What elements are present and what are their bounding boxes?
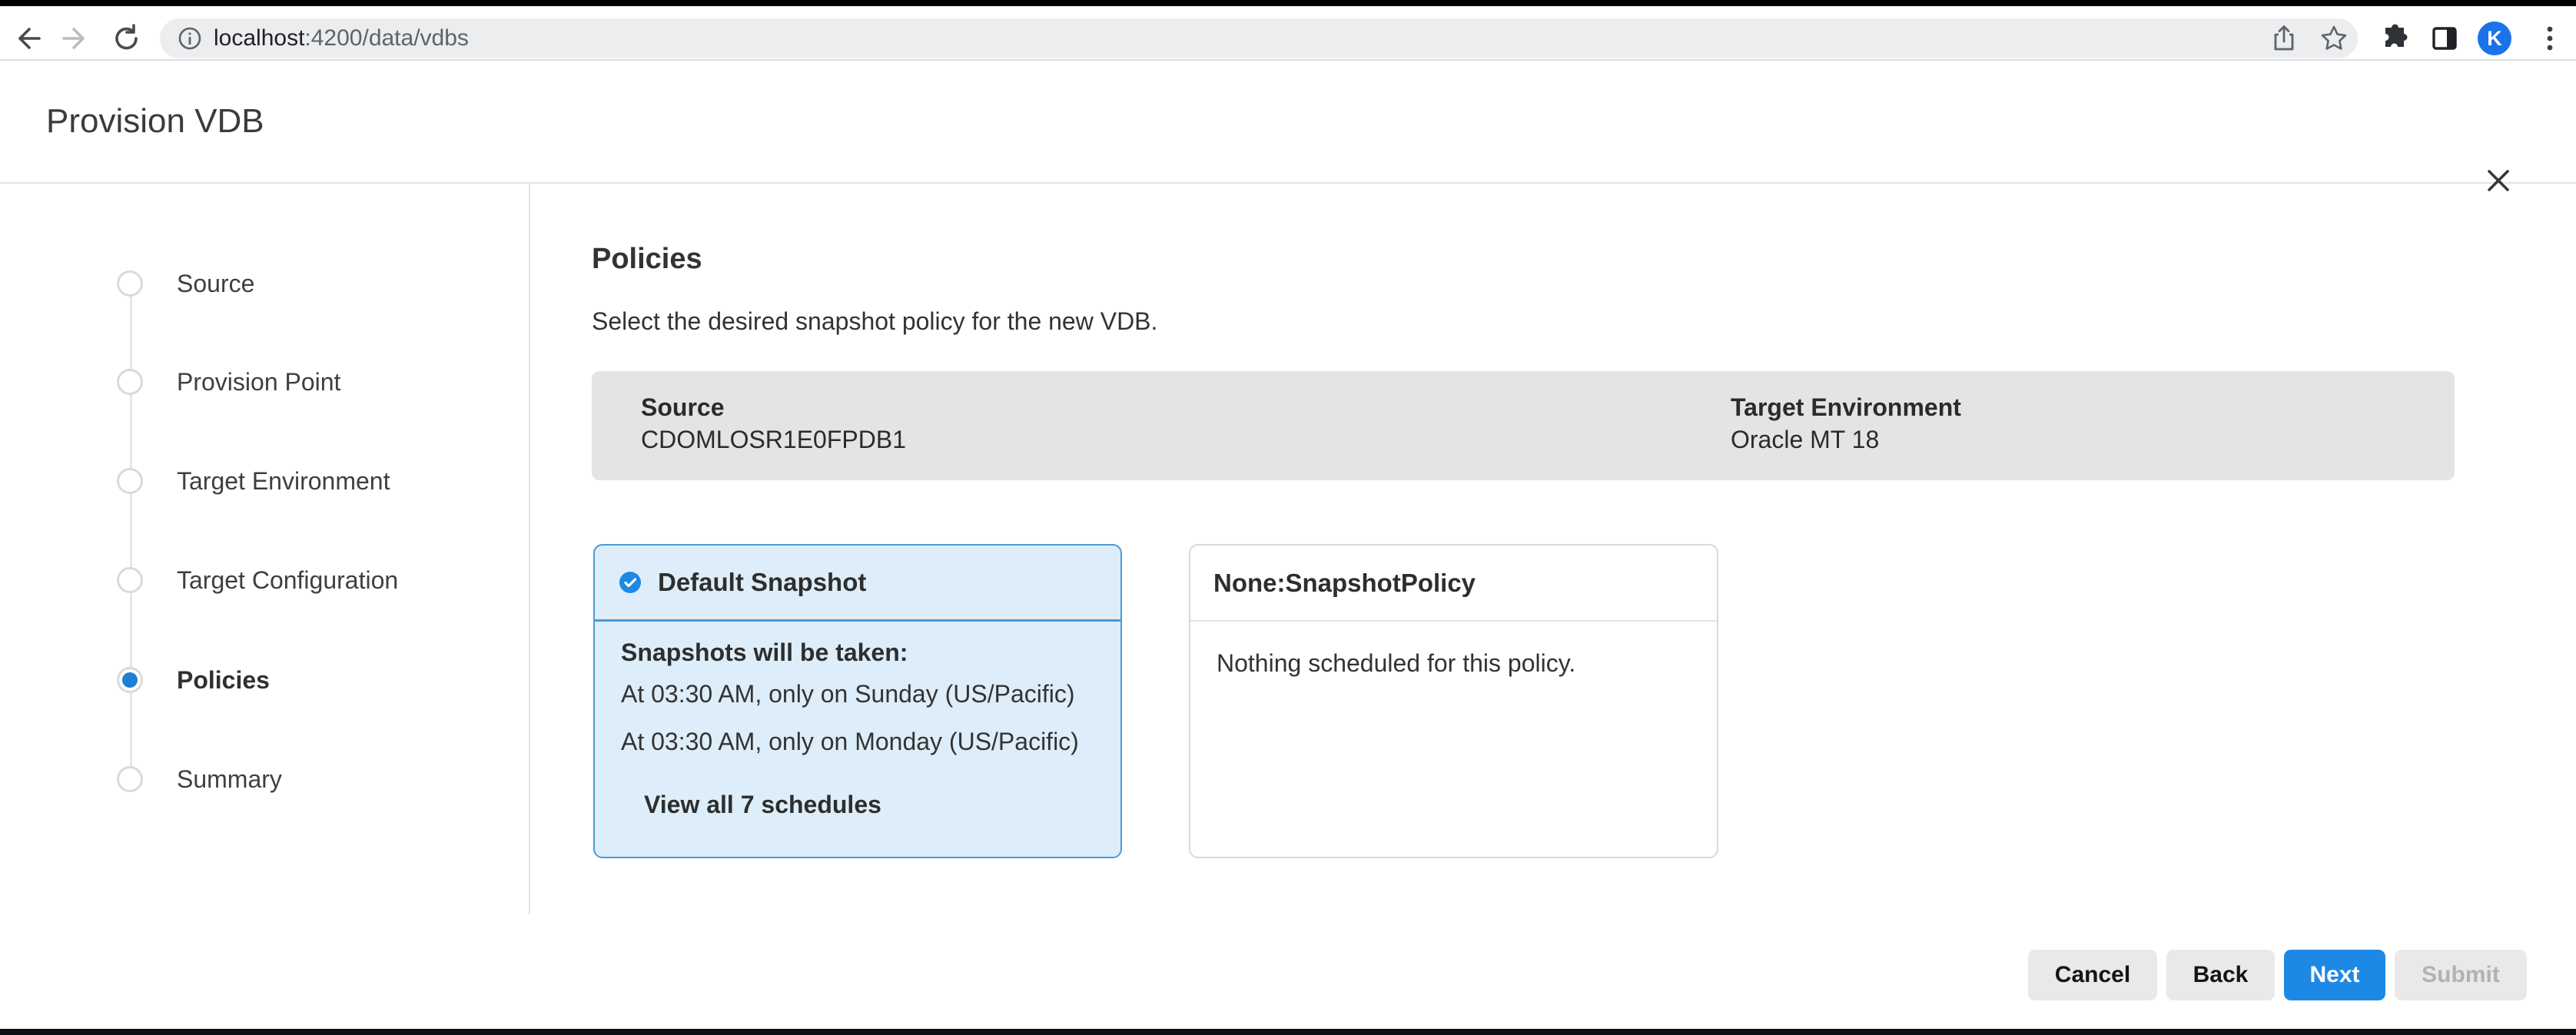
stepper-item-label: Summary bbox=[177, 765, 282, 794]
stepper-item-provision-point[interactable]: Provision Point bbox=[0, 365, 507, 399]
context-summary-bar: Source CDOMLOSR1E0FPDB1 Target Environme… bbox=[592, 371, 2455, 480]
stepper-item-source[interactable]: Source bbox=[0, 267, 507, 300]
avatar-initial: K bbox=[2487, 27, 2502, 51]
context-source-value: CDOMLOSR1E0FPDB1 bbox=[641, 423, 906, 456]
back-button[interactable]: Back bbox=[2166, 950, 2275, 1000]
stepper-item-label: Policies bbox=[177, 666, 270, 695]
profile-avatar[interactable]: K bbox=[2478, 22, 2511, 55]
context-target: Target Environment Oracle MT 18 bbox=[1731, 391, 1961, 456]
stepper-item-label: Target Environment bbox=[177, 467, 390, 496]
step-indicator-circle bbox=[117, 369, 143, 395]
policy-card-body: Nothing scheduled for this policy. bbox=[1190, 648, 1717, 678]
stepper-item-label: Target Configuration bbox=[177, 566, 398, 595]
reload-icon[interactable] bbox=[111, 23, 142, 54]
back-icon[interactable] bbox=[12, 23, 43, 54]
next-button[interactable]: Next bbox=[2284, 950, 2385, 1000]
window-bottom-strip bbox=[0, 1029, 2576, 1035]
selected-check-icon bbox=[619, 572, 641, 593]
step-indicator-circle bbox=[117, 468, 143, 494]
policy-card-header[interactable]: Default Snapshot bbox=[595, 546, 1120, 622]
cancel-button[interactable]: Cancel bbox=[2028, 950, 2157, 1000]
dialog-header: Provision VDB bbox=[0, 61, 2576, 184]
policy-card-title: None:SnapshotPolicy bbox=[1213, 569, 1476, 598]
policy-card-none-snapshot-policy[interactable]: None:SnapshotPolicy Nothing scheduled fo… bbox=[1189, 544, 1718, 858]
close-icon[interactable] bbox=[2482, 164, 2515, 197]
forward-icon[interactable] bbox=[60, 23, 91, 54]
browser-menu-icon[interactable] bbox=[2535, 23, 2565, 54]
step-indicator-circle-active bbox=[117, 667, 143, 693]
schedule-line: At 03:30 AM, only on Monday (US/Pacific) bbox=[621, 726, 1094, 757]
url-host: localhost bbox=[214, 25, 304, 51]
stepper-item-target-configuration[interactable]: Target Configuration bbox=[0, 563, 507, 597]
stepper-item-policies[interactable]: Policies bbox=[0, 663, 507, 697]
address-bar[interactable] bbox=[160, 18, 2358, 58]
policy-card-header[interactable]: None:SnapshotPolicy bbox=[1190, 546, 1717, 622]
share-icon[interactable] bbox=[2269, 23, 2299, 54]
site-info-icon[interactable] bbox=[174, 23, 205, 54]
schedule-line: At 03:30 AM, only on Sunday (US/Pacific) bbox=[621, 678, 1094, 709]
context-target-value: Oracle MT 18 bbox=[1731, 423, 1961, 456]
context-source-label: Source bbox=[641, 391, 906, 423]
stepper-item-target-environment[interactable]: Target Environment bbox=[0, 464, 507, 498]
browser-toolbar: localhost:4200/data/vdbs K bbox=[0, 6, 2576, 61]
step-indicator-circle bbox=[117, 270, 143, 297]
view-all-schedules-link[interactable]: View all 7 schedules bbox=[644, 791, 881, 819]
wizard-footer: Cancel Back Next Submit bbox=[0, 950, 2527, 1000]
sidebar-divider bbox=[529, 184, 530, 914]
side-panel-icon[interactable] bbox=[2429, 23, 2460, 54]
submit-button[interactable]: Submit bbox=[2395, 950, 2527, 1000]
extensions-puzzle-icon[interactable] bbox=[2379, 23, 2410, 54]
policy-card-default-snapshot[interactable]: Default Snapshot Snapshots will be taken… bbox=[593, 544, 1122, 858]
page-subtitle: Select the desired snapshot policy for t… bbox=[592, 307, 1157, 336]
policy-card-title: Default Snapshot bbox=[658, 568, 866, 597]
bookmark-star-icon[interactable] bbox=[2319, 23, 2349, 54]
url-text[interactable]: localhost:4200/data/vdbs bbox=[214, 18, 469, 58]
policy-card-body: Snapshots will be taken: At 03:30 AM, on… bbox=[595, 637, 1120, 819]
stepper-item-summary[interactable]: Summary bbox=[0, 762, 507, 796]
stepper-item-label: Provision Point bbox=[177, 368, 340, 396]
step-indicator-circle bbox=[117, 766, 143, 792]
page-title: Policies bbox=[592, 243, 702, 276]
context-source: Source CDOMLOSR1E0FPDB1 bbox=[641, 391, 906, 456]
context-target-label: Target Environment bbox=[1731, 391, 1961, 423]
stepper-connector-line bbox=[130, 284, 132, 779]
stepper-item-label: Source bbox=[177, 270, 254, 298]
step-indicator-circle bbox=[117, 567, 143, 593]
window-top-strip bbox=[0, 0, 2576, 6]
dialog-title: Provision VDB bbox=[46, 61, 264, 182]
url-path: :4200/data/vdbs bbox=[304, 25, 469, 51]
screenshot-root: localhost:4200/data/vdbs K Provision VDB… bbox=[0, 0, 2576, 1035]
policy-card-empty-text: Nothing scheduled for this policy. bbox=[1217, 648, 1691, 678]
schedule-heading: Snapshots will be taken: bbox=[621, 637, 1094, 668]
